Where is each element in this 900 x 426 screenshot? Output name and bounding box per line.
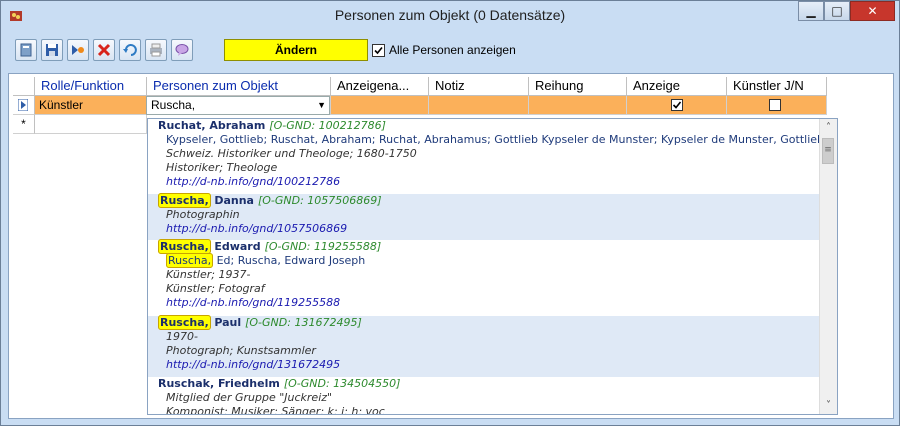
entry-gnd: [O-GND: 100212786] xyxy=(269,119,386,132)
entry-line: Photograph; Kunstsammler xyxy=(166,344,316,357)
person-combo-input[interactable]: Ruscha, ▼ xyxy=(146,96,330,115)
cell-rolle[interactable]: Künstler xyxy=(35,96,147,115)
list-item[interactable]: Ruschak, Friedhelm [O-GND: 134504550] Mit… xyxy=(148,377,820,415)
aendern-button[interactable]: Ändern xyxy=(224,39,368,61)
cell-anzeigename[interactable] xyxy=(331,96,429,115)
title-bar: Personen zum Objekt (0 Datensätze) ▁ □ ✕ xyxy=(1,1,899,31)
cell-notiz[interactable] xyxy=(429,96,529,115)
scroll-thumb[interactable]: ≡ xyxy=(822,138,834,164)
comment-button[interactable] xyxy=(171,39,193,61)
entry-line-text: Ed; Ruscha, Edward Joseph xyxy=(216,254,366,267)
window-title: Personen zum Objekt (0 Datensätze) xyxy=(334,7,566,23)
entry-gnd: [O-GND: 119255588] xyxy=(264,240,382,253)
entry-name: Ruchat, Abraham xyxy=(158,119,266,132)
add-record-icon xyxy=(72,45,84,55)
match-highlight: Ruscha, xyxy=(158,315,211,330)
new-row-cell-rolle[interactable] xyxy=(35,115,147,134)
dropdown-scrollbar[interactable]: ˄ ≡ ˅ xyxy=(819,119,837,414)
close-button[interactable]: ✕ xyxy=(850,1,895,21)
cell-kuenstler[interactable] xyxy=(727,96,827,115)
entry-line: Künstler; 1937- xyxy=(166,268,251,281)
add-record-button[interactable] xyxy=(67,39,89,61)
entry-name: Danna xyxy=(214,194,254,207)
print-icon xyxy=(150,43,162,57)
column-header-anzeigename[interactable]: Anzeigena... xyxy=(331,77,429,96)
match-highlight: Ruscha, xyxy=(166,253,214,268)
entry-name: Edward xyxy=(214,240,261,253)
entry-line: Schweiz. Historiker und Theologe; 1680-1… xyxy=(166,147,417,160)
gnd-link[interactable]: http://d-nb.info/gnd/100212786 xyxy=(158,175,820,189)
gnd-link[interactable]: http://d-nb.info/gnd/1057506869 xyxy=(158,222,820,236)
match-highlight: Ruscha, xyxy=(158,193,211,208)
undo-button[interactable] xyxy=(119,39,141,61)
anzeige-checkbox[interactable] xyxy=(671,99,683,111)
checkmark-icon xyxy=(374,46,383,55)
list-item[interactable]: Ruscha, Edward [O-GND: 119255588] Ruscha,… xyxy=(148,239,820,316)
document-icon xyxy=(20,43,32,57)
delete-button[interactable] xyxy=(93,39,115,61)
maximize-button[interactable]: □ xyxy=(824,1,850,21)
checkmark-icon xyxy=(672,101,682,109)
entry-line: Photographin xyxy=(166,208,240,221)
show-all-checkbox[interactable] xyxy=(372,44,385,57)
delete-icon xyxy=(97,43,111,57)
toolbar: Ändern Alle Personen anzeigen xyxy=(1,31,899,67)
entry-line: Kypseler, Gottlieb; Ruschat, Abraham; Ru… xyxy=(166,133,824,146)
column-header-notiz[interactable]: Notiz xyxy=(429,77,529,96)
entry-line: Ruscha, Ed; Ruscha, Edward Joseph xyxy=(158,253,820,268)
cell-anzeige[interactable] xyxy=(627,96,727,115)
scroll-up-icon[interactable]: ˄ xyxy=(820,119,837,136)
column-header-anzeige[interactable]: Anzeige xyxy=(627,77,727,96)
document-button[interactable] xyxy=(15,39,37,61)
column-header-rolle[interactable]: Rolle/Funktion xyxy=(35,77,147,96)
match-highlight: Ruscha, xyxy=(158,239,211,254)
row-indicator[interactable] xyxy=(13,96,35,115)
chevron-down-icon[interactable]: ▼ xyxy=(317,97,326,114)
save-button[interactable] xyxy=(41,39,63,61)
person-dropdown-list[interactable]: Ruchat, Abraham [O-GND: 100212786] Kypsel… xyxy=(147,118,838,415)
row-selector-header xyxy=(13,77,35,96)
gnd-link[interactable]: http://d-nb.info/gnd/119255588 xyxy=(158,296,820,310)
window: Personen zum Objekt (0 Datensätze) ▁ □ ✕… xyxy=(0,0,900,426)
row-pointer-icon xyxy=(18,99,28,111)
undo-icon xyxy=(123,44,137,56)
entry-gnd: [O-GND: 131672495] xyxy=(245,316,362,329)
list-item[interactable]: Ruscha, Danna [O-GND: 1057506869] Photogr… xyxy=(148,193,820,240)
entry-line: 1970- xyxy=(166,330,198,343)
list-item[interactable]: Ruchat, Abraham [O-GND: 100212786] Kypsel… xyxy=(148,119,824,194)
column-header-reihung[interactable]: Reihung xyxy=(529,77,627,96)
gnd-link[interactable]: http://d-nb.info/gnd/131672495 xyxy=(158,358,820,372)
print-button[interactable] xyxy=(145,39,167,61)
list-item[interactable]: Ruscha, Paul [O-GND: 131672495] 1970- Pho… xyxy=(148,315,820,377)
entry-name: Paul xyxy=(214,316,242,329)
new-row-marker: * xyxy=(13,115,35,134)
entry-line: Historiker; Theologe xyxy=(166,161,278,174)
scroll-down-icon[interactable]: ˅ xyxy=(820,397,837,414)
minimize-button[interactable]: ▁ xyxy=(798,1,824,21)
entry-gnd: [O-GND: 1057506869] xyxy=(257,194,382,207)
entry-line: Komponist; Musiker; Sänger; k; i; h; voc xyxy=(166,405,385,415)
person-combo-value: Ruscha, xyxy=(151,98,196,112)
save-icon xyxy=(46,44,58,56)
comment-icon xyxy=(175,44,189,56)
entry-gnd: [O-GND: 134504550] xyxy=(283,377,401,390)
column-header-personen[interactable]: Personen zum Objekt xyxy=(147,77,331,96)
column-header-kuenstler[interactable]: Künstler J/N xyxy=(727,77,827,96)
show-all-label: Alle Personen anzeigen xyxy=(389,43,516,57)
entry-line: Mitglied der Gruppe "Juckreiz" xyxy=(166,391,333,404)
cell-reihung[interactable] xyxy=(529,96,627,115)
kuenstler-checkbox[interactable] xyxy=(769,99,781,111)
entry-name: Ruschak, Friedhelm xyxy=(158,377,280,390)
entry-line: Künstler; Fotograf xyxy=(166,282,265,295)
